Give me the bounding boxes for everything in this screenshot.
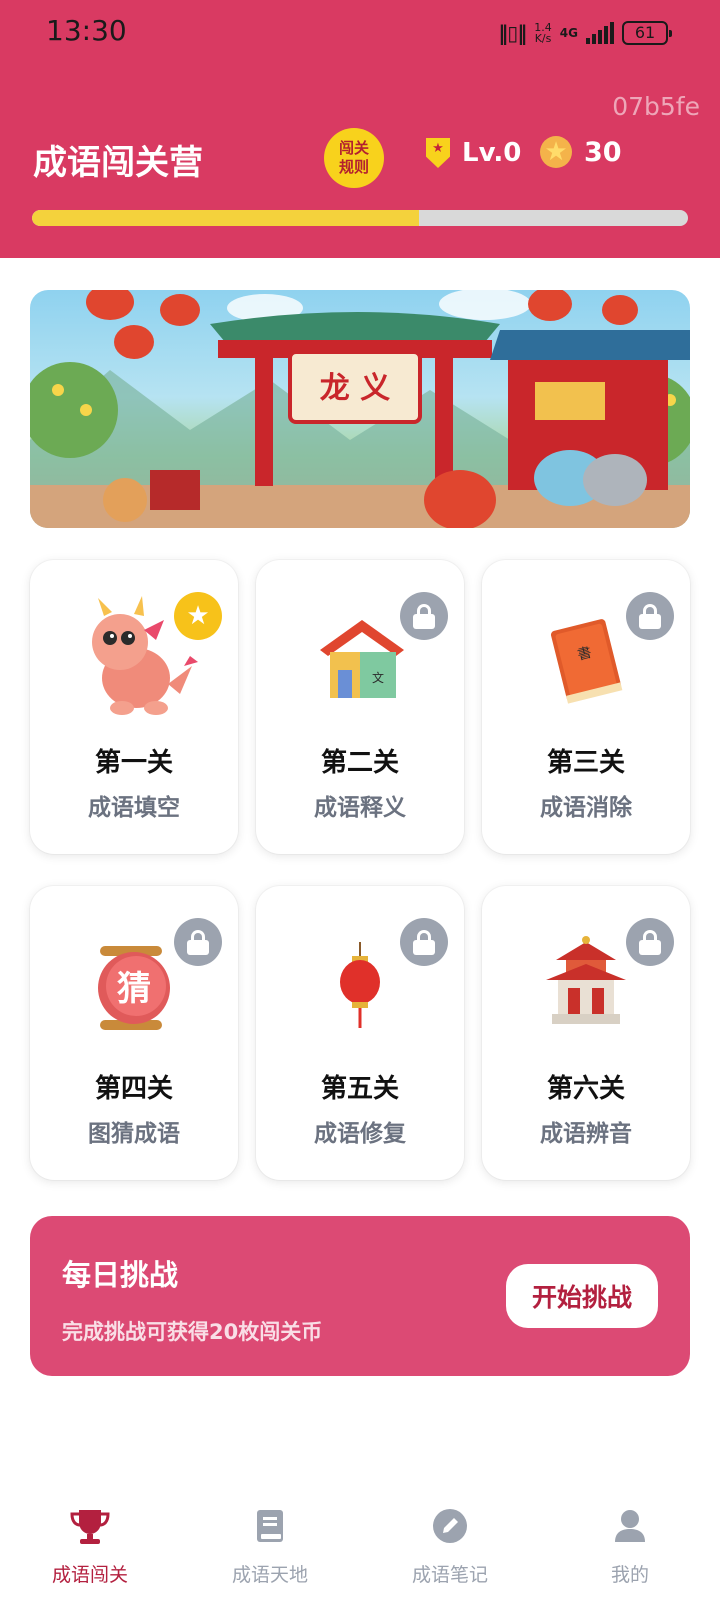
nav-item-idiom-world[interactable]: 成语天地 (180, 1490, 360, 1600)
book-icon (248, 1504, 292, 1548)
daily-challenge-description: 完成挑战可获得20枚闯关币 (62, 1320, 323, 1344)
level-card-5[interactable]: 第五关 成语修复 (256, 886, 464, 1180)
level-title: 第二关 (320, 748, 399, 778)
level-indicator: Lv.0 (426, 138, 521, 168)
net-speed: 1.4 K/s (534, 21, 552, 45)
app-title: 成语闯关营 (33, 143, 203, 183)
level-subtitle: 图猜成语 (88, 1121, 180, 1147)
svg-text:龙 义: 龙 义 (320, 371, 390, 406)
chinese-temple-banner-illustration: 龙 义 (30, 290, 690, 528)
nav-item-profile[interactable]: 我的 (540, 1490, 720, 1600)
level-title: 第四关 (94, 1074, 173, 1104)
watermark: 07b5fe (612, 92, 700, 121)
level-text: Lv.0 (462, 138, 522, 168)
signal-icon (586, 22, 614, 44)
lock-icon (626, 592, 674, 640)
level-subtitle: 成语修复 (314, 1121, 406, 1147)
star-icon: ★ (174, 592, 222, 640)
progress-bar (32, 210, 688, 226)
pencil-icon (428, 1504, 472, 1548)
lock-icon (626, 918, 674, 966)
bottom-nav: 成语闯关 成语天地 成语笔记 我的 (0, 1490, 720, 1600)
rules-label-line1: 闯关 (338, 139, 369, 157)
network-type: 4G (559, 26, 578, 40)
level-card-3[interactable]: 書 第三关 成语消除 (482, 560, 690, 854)
level-title: 第一关 (94, 748, 173, 778)
level-card-2[interactable]: 文 第二关 成语释义 (256, 560, 464, 854)
level-title: 第六关 (546, 1074, 625, 1104)
level-card-6[interactable]: 第六关 成语辨音 (482, 886, 690, 1180)
nav-label: 我的 (610, 1564, 649, 1586)
nav-label: 成语笔记 (411, 1564, 488, 1586)
header: 13:30 ‖▯‖ 1.4 K/s 4G 61 07b5fe 成语闯关营 闯关 … (0, 0, 720, 258)
lock-icon (174, 918, 222, 966)
level-card-1[interactable]: ★ 第一关 成语填空 (30, 560, 238, 854)
svg-text:猜: 猜 (117, 969, 151, 1009)
level-subtitle: 成语辨音 (540, 1121, 632, 1147)
star-coin-icon: ★ (540, 136, 572, 168)
level-title: 第三关 (546, 748, 625, 778)
battery-icon: 61 (622, 21, 672, 45)
nav-label: 成语闯关 (51, 1564, 128, 1586)
level-subtitle: 成语消除 (540, 795, 632, 821)
nav-label: 成语天地 (231, 1564, 308, 1586)
rules-label-line2: 规则 (338, 158, 369, 176)
user-icon (608, 1504, 652, 1548)
lock-icon (400, 918, 448, 966)
rules-button[interactable]: 闯关 规则 (324, 128, 384, 188)
coin-count: 30 (584, 136, 622, 168)
level-subtitle: 成语填空 (88, 795, 180, 821)
status-icons: ‖▯‖ 1.4 K/s 4G 61 (498, 18, 672, 48)
nav-item-levels[interactable]: 成语闯关 (0, 1490, 180, 1600)
start-challenge-button[interactable]: 开始挑战 (506, 1264, 658, 1328)
hero-banner[interactable]: 龙 义 (30, 290, 690, 528)
level-title: 第五关 (320, 1074, 399, 1104)
daily-challenge-title: 每日挑战 (62, 1258, 179, 1292)
status-time: 13:30 (46, 14, 127, 47)
level-subtitle: 成语释义 (314, 795, 406, 821)
lock-icon (400, 592, 448, 640)
daily-challenge-card: 每日挑战 完成挑战可获得20枚闯关币 开始挑战 (30, 1216, 690, 1376)
progress-fill (32, 210, 420, 226)
level-card-4[interactable]: 猜 第四关 图猜成语 (30, 886, 238, 1180)
vibrate-icon: ‖▯‖ (498, 21, 527, 45)
coin-indicator: ★ 30 (540, 136, 622, 168)
nav-item-notes[interactable]: 成语笔记 (360, 1490, 540, 1600)
svg-text:文: 文 (372, 670, 384, 685)
shield-icon (426, 138, 450, 168)
trophy-icon (68, 1504, 112, 1548)
